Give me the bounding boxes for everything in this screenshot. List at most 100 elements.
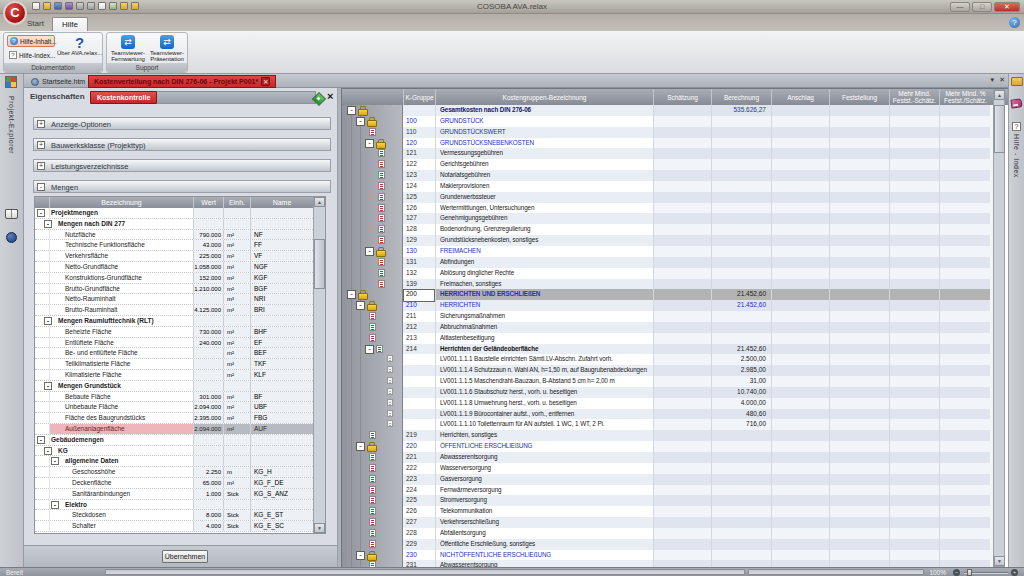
cost-row[interactable]: 127Genehmigungsgebühren xyxy=(342,213,1008,224)
mengen-row[interactable]: -Projektmengen xyxy=(35,208,325,219)
mengen-row[interactable]: Teilklimatisierte Flächem²TKF xyxy=(35,359,325,370)
kostengruppe-name-cell[interactable]: LV001.1.1.5 Maschendraht-Bauzaun, B-Abst… xyxy=(435,376,653,387)
mengen-row[interactable]: Unbebaute Fläche2.094.000m²UBF xyxy=(35,402,325,413)
kostengruppe-name-cell[interactable]: Wertermittlungen, Untersuchungen xyxy=(435,203,653,214)
tab-startseite[interactable]: Startseite.htm xyxy=(26,75,90,88)
kgruppe-cell[interactable]: 228 xyxy=(403,528,435,539)
kgruppe-cell[interactable]: 227 xyxy=(403,517,435,528)
kostengruppe-name-cell[interactable]: Herrichten der Geländeoberfläche xyxy=(435,344,653,355)
mengen-row[interactable]: Außenanlagenfläche2.094.000m²AUF xyxy=(35,424,325,435)
mengen-row[interactable]: Brutto-Grundfläche1.210.000m²BGF xyxy=(35,284,325,295)
kgruppe-cell[interactable]: 122 xyxy=(403,159,435,170)
expand-icon[interactable]: + xyxy=(37,120,45,128)
cost-row[interactable]: LV001.1.1.9 Bürocontainer aufst., vorh.,… xyxy=(342,409,1008,420)
cost-row[interactable]: 222Wasserversorgung xyxy=(342,463,1008,474)
mengen-row[interactable]: Brutto-Rauminhalt4.125.000m³BRI xyxy=(35,305,325,316)
kostengruppe-name-cell[interactable]: Gesamtkosten nach DIN 276-06 xyxy=(435,105,653,116)
kgruppe-cell[interactable]: 125 xyxy=(403,192,435,203)
help-icon[interactable]: ? xyxy=(1009,17,1020,28)
kgruppe-cell[interactable]: 100 xyxy=(403,116,435,127)
mengen-row[interactable]: Verkehrsfläche225.000m²VF xyxy=(35,251,325,262)
kgruppe-cell[interactable]: 120 xyxy=(403,138,435,149)
mengen-row[interactable]: Deckenfläche65.000m²KG_F_DE xyxy=(35,478,325,489)
kgruppe-cell[interactable] xyxy=(403,376,435,387)
cost-row[interactable]: 228Abfallentsorgung xyxy=(342,528,1008,539)
column-header-schaetzung[interactable]: Schätzung xyxy=(653,89,711,105)
kgruppe-cell[interactable] xyxy=(403,105,435,116)
cost-row[interactable]: 124Maklerprovisionen xyxy=(342,181,1008,192)
collapse-icon[interactable]: - xyxy=(37,183,45,191)
expand-icon[interactable]: + xyxy=(37,141,45,149)
cost-row[interactable]: - 120GRUNDSTÜCKSNEBENKOSTEN xyxy=(342,138,1008,149)
kgruppe-cell[interactable]: 211 xyxy=(403,311,435,322)
kgruppe-cell[interactable]: 229 xyxy=(403,539,435,550)
mengen-row[interactable]: -KG xyxy=(35,446,325,457)
cost-row[interactable]: LV001.1.1.5 Maschendraht-Bauzaun, B-Abst… xyxy=(342,376,1008,387)
kgruppe-cell[interactable]: 123 xyxy=(403,170,435,181)
tree-collapse-box[interactable]: - xyxy=(365,139,374,148)
cost-row[interactable]: 223Gasversorgung xyxy=(342,474,1008,485)
kostengruppe-name-cell[interactable]: ÖFFENTLICHE ERSCHLIEßUNG xyxy=(435,441,653,452)
cost-row[interactable]: 226Telekommunikation xyxy=(342,506,1008,517)
kgruppe-cell[interactable]: 124 xyxy=(403,181,435,192)
tree-collapse-box[interactable]: - xyxy=(365,247,374,256)
cost-row[interactable]: 123Notariatsgebühren xyxy=(342,170,1008,181)
tree-collapse-box[interactable]: - xyxy=(44,382,52,390)
kgruppe-cell[interactable]: 221 xyxy=(403,452,435,463)
tree-collapse-box[interactable]: - xyxy=(51,457,59,465)
tree-collapse-box[interactable]: - xyxy=(51,501,59,509)
kgruppe-cell[interactable] xyxy=(403,365,435,376)
kostengruppe-name-cell[interactable]: GRUNDSTÜCKSWERT xyxy=(435,127,653,138)
mengen-row[interactable]: Nutzfläche790.000m²NF xyxy=(35,230,325,241)
cost-row[interactable]: LV001.1.1.4 Schutzzaun n. Wahl AN, h=1,5… xyxy=(342,365,1008,376)
column-header-mehr-mind-prozent[interactable]: Mehr Mind. % Festst./Schätz. xyxy=(939,89,991,105)
tree-collapse-box[interactable]: - xyxy=(37,209,45,217)
kgruppe-cell[interactable] xyxy=(403,387,435,398)
cost-row[interactable]: 131Abfindungen xyxy=(342,257,1008,268)
kostengruppe-name-cell[interactable]: GRUNDSTÜCK xyxy=(435,116,653,127)
cost-row[interactable]: 110GRUNDSTÜCKSWERT xyxy=(342,127,1008,138)
tree-collapse-box[interactable]: - xyxy=(347,106,356,115)
kostengruppe-name-cell[interactable]: Öffentliche Erschließung, sonstiges xyxy=(435,539,653,550)
kostengruppe-name-cell[interactable]: LV001.1.1.1 Baustelle einrichten Sämtl.L… xyxy=(435,354,653,365)
cost-row[interactable]: 121Vermessungsgebühren xyxy=(342,148,1008,159)
title-bar[interactable]: C COSOBA AVA.relax — □ ✕ xyxy=(0,0,1024,14)
zoom-slider-thumb[interactable] xyxy=(967,569,972,576)
kgruppe-cell[interactable]: 128 xyxy=(403,224,435,235)
section-bauwerksklasse[interactable]: +Bauwerksklasse (Projekttyp) xyxy=(33,138,331,151)
project-explorer-icon[interactable] xyxy=(5,76,17,88)
kostengruppe-name-cell[interactable]: Gasversorgung xyxy=(435,474,653,485)
kostengruppe-name-cell[interactable]: Genehmigungsgebühren xyxy=(435,213,653,224)
kgruppe-cell[interactable] xyxy=(403,354,435,365)
cost-row[interactable]: 126Wertermittlungen, Untersuchungen xyxy=(342,203,1008,214)
cost-row[interactable]: -Gesamtkosten nach DIN 276-06535.626,27 xyxy=(342,105,1008,116)
kgruppe-cell[interactable]: 213 xyxy=(403,333,435,344)
kgruppe-cell[interactable]: 126 xyxy=(403,203,435,214)
tree-collapse-box[interactable]: - xyxy=(356,301,365,310)
project-explorer-label[interactable]: Projekt-Explorer xyxy=(8,96,15,154)
close-button[interactable]: ✕ xyxy=(994,2,1020,12)
column-header-wert[interactable]: Wert xyxy=(193,197,223,208)
uebernehmen-button[interactable]: Übernehmen xyxy=(162,550,208,563)
mengen-row[interactable]: Konstruktions-Grundfläche152.000m²KGF xyxy=(35,273,325,284)
kgruppe-cell[interactable]: 219 xyxy=(403,430,435,441)
cost-row[interactable]: 129Grundstücksnebenkosten, sonstiges xyxy=(342,235,1008,246)
mengen-row[interactable]: -Elektro xyxy=(35,500,325,511)
kostengruppe-name-cell[interactable]: GRUNDSTÜCKSNEBENKOSTEN xyxy=(435,138,653,149)
column-header-feststellung[interactable]: Feststellung xyxy=(829,89,889,105)
cost-row[interactable]: -230NICHTÖFFENTLICHE ERSCHLIEßUNG xyxy=(342,550,1008,561)
scroll-up-icon[interactable]: ▲ xyxy=(314,197,325,207)
section-mengen[interactable]: -Mengen xyxy=(33,180,331,193)
kgruppe-cell[interactable]: 110 xyxy=(403,127,435,138)
kostengruppe-name-cell[interactable]: Herrichten, sonstiges xyxy=(435,430,653,441)
zoom-in-icon[interactable]: + xyxy=(1011,569,1018,576)
column-header-einh[interactable]: Einh. xyxy=(223,197,250,208)
mengen-row[interactable]: Fläche des Baugrundstücks2.395.000m²FBG xyxy=(35,413,325,424)
kgruppe-cell[interactable] xyxy=(403,398,435,409)
cost-table-scrollbar[interactable]: ▲ ▼ xyxy=(993,89,1005,567)
kostengruppe-name-cell[interactable]: Abbruchmaßnahmen xyxy=(435,322,653,333)
tree-collapse-box[interactable]: - xyxy=(44,447,52,455)
cost-row[interactable]: 221Abwasserentsorgung xyxy=(342,452,1008,463)
mengen-row[interactable]: -Mengen nach DIN 277 xyxy=(35,219,325,230)
help-question-icon[interactable]: ? xyxy=(1012,122,1021,131)
